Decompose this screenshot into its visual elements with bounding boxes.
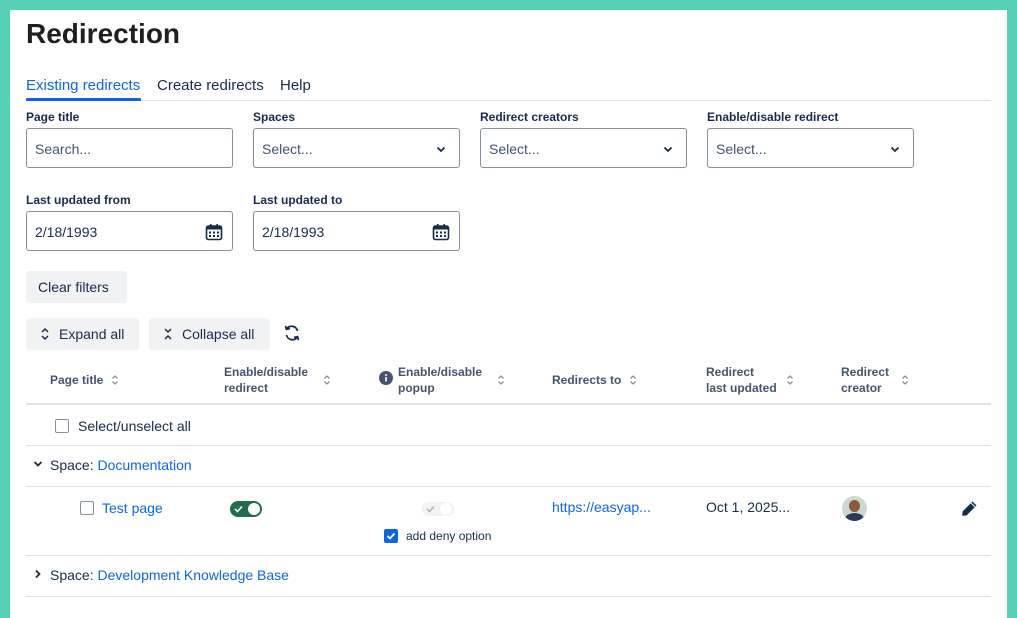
page-link-test-page[interactable]: Test page	[102, 500, 163, 516]
space-prefix: Space:	[50, 567, 94, 583]
page-title: Redirection	[26, 18, 181, 49]
header-enable-popup-line2: popup	[398, 381, 435, 395]
toggle-knob	[440, 503, 452, 515]
spaces-select-value: Select...	[262, 141, 313, 157]
enable-select-value: Select...	[716, 141, 767, 157]
avatar[interactable]	[842, 496, 867, 521]
avatar-body	[845, 513, 864, 521]
header-creator[interactable]: Redirect creator	[841, 364, 889, 396]
last-updated-value: Oct 1, 2025...	[706, 499, 791, 515]
last-updated-from-input[interactable]: 2/18/1993	[26, 211, 233, 251]
expand-all-button[interactable]: Expand all	[26, 318, 139, 350]
row-divider	[26, 555, 991, 556]
collapse-all-button[interactable]: Collapse all	[149, 318, 270, 350]
group-development-knowledge-base[interactable]: Space: Development Knowledge Base	[50, 567, 289, 583]
deny-option-label: add deny option	[406, 529, 492, 543]
redirect-toggle[interactable]	[230, 501, 262, 517]
header-enable-redirect-line2: redirect	[224, 381, 269, 395]
tab-create-redirects[interactable]: Create redirects	[157, 77, 264, 94]
last-updated-from-label: Last updated from	[26, 193, 131, 207]
header-creator-line2: creator	[841, 381, 882, 395]
enable-filter-label: Enable/disable redirect	[707, 110, 839, 124]
expand-all-label: Expand all	[59, 326, 125, 342]
chevron-down-icon	[436, 146, 446, 153]
check-icon	[234, 505, 243, 513]
select-all-checkbox[interactable]	[55, 419, 69, 433]
header-page-title[interactable]: Page title	[50, 372, 103, 388]
avatar-face	[849, 500, 860, 512]
toggle-knob	[248, 503, 260, 515]
creators-select-value: Select...	[489, 141, 540, 157]
creators-select[interactable]: Select...	[480, 128, 687, 168]
space-link-documentation[interactable]: Documentation	[97, 457, 191, 473]
from-date-value: 2/18/1993	[35, 224, 98, 240]
tab-existing-redirects[interactable]: Existing redirects	[26, 77, 140, 94]
header-redirects-to[interactable]: Redirects to	[552, 372, 621, 388]
header-enable-redirect-line1: Enable/disable	[224, 365, 309, 379]
sort-icon[interactable]	[786, 374, 794, 386]
chevron-right-icon[interactable]	[33, 569, 43, 579]
refresh-icon[interactable]	[283, 324, 301, 342]
check-icon	[426, 506, 435, 513]
last-updated-to-label: Last updated to	[253, 193, 343, 207]
spaces-filter-label: Spaces	[253, 110, 296, 124]
select-all-label: Select/unselect all	[78, 418, 191, 434]
space-prefix: Space:	[50, 457, 94, 473]
sort-icon[interactable]	[497, 374, 505, 386]
popup-toggle[interactable]	[422, 502, 454, 516]
spaces-select[interactable]: Select...	[253, 128, 460, 168]
enable-disable-select[interactable]: Select...	[707, 128, 914, 168]
expand-icon	[41, 327, 49, 341]
row-divider	[26, 596, 991, 597]
header-last-updated-line1: Redirect	[706, 365, 755, 379]
edit-pencil-icon[interactable]	[961, 500, 978, 517]
redirection-panel: Redirection Existing redirects Create re…	[10, 10, 1007, 618]
creators-filter-label: Redirect creators	[480, 110, 579, 124]
check-icon	[386, 532, 396, 540]
page-title-search-input[interactable]: Search...	[26, 128, 233, 168]
header-last-updated-line2: last updated	[706, 381, 777, 395]
calendar-icon[interactable]	[205, 223, 223, 241]
sort-icon[interactable]	[629, 374, 637, 386]
tabs-divider	[26, 100, 991, 101]
row-divider	[26, 445, 991, 446]
active-tab-indicator	[26, 98, 141, 101]
last-updated-to-input[interactable]: 2/18/1993	[253, 211, 460, 251]
sort-icon[interactable]	[111, 374, 119, 386]
header-enable-popup[interactable]: Enable/disable popup	[398, 364, 482, 396]
header-last-updated[interactable]: Redirect last updated	[706, 364, 777, 396]
chevron-down-icon	[663, 146, 673, 153]
collapse-icon	[164, 328, 172, 340]
row-divider	[26, 486, 991, 487]
chevron-down-icon	[890, 146, 900, 153]
page-title-filter-label: Page title	[26, 110, 80, 124]
header-divider	[26, 403, 991, 405]
space-link-development-knowledge-base[interactable]: Development Knowledge Base	[97, 567, 288, 583]
search-placeholder: Search...	[35, 141, 92, 157]
redirects-to-link[interactable]: https://easyap...	[552, 499, 651, 515]
tab-help[interactable]: Help	[280, 77, 311, 94]
group-documentation[interactable]: Space: Documentation	[50, 457, 192, 473]
row-checkbox[interactable]	[80, 501, 94, 515]
header-creator-line1: Redirect	[841, 365, 890, 379]
header-enable-redirect[interactable]: Enable/disable redirect	[224, 364, 308, 396]
sort-icon[interactable]	[323, 374, 331, 386]
sort-icon[interactable]	[901, 374, 909, 386]
chevron-down-icon[interactable]	[33, 459, 43, 469]
collapse-all-label: Collapse all	[182, 326, 255, 342]
clear-filters-button[interactable]: Clear filters	[26, 271, 127, 303]
calendar-icon[interactable]	[432, 223, 450, 241]
info-icon[interactable]	[379, 371, 393, 385]
header-enable-popup-line1: Enable/disable	[398, 365, 483, 379]
deny-option-checkbox[interactable]	[384, 529, 398, 543]
to-date-value: 2/18/1993	[262, 224, 325, 240]
